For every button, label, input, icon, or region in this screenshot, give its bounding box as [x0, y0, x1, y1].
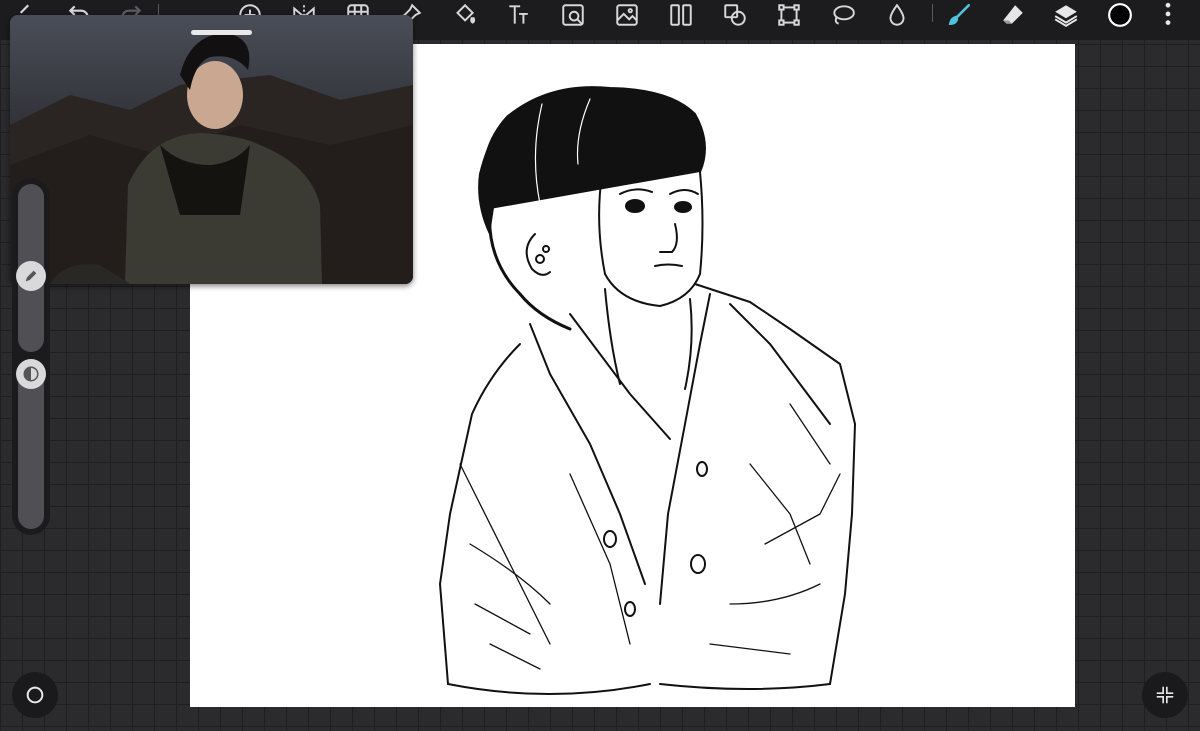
collapse-arrows-icon	[1156, 686, 1174, 704]
image-icon	[616, 4, 638, 26]
brush-opacity-knob[interactable]	[16, 359, 46, 389]
split-view-icon	[670, 4, 692, 26]
fill-button[interactable]	[447, 0, 481, 32]
blur-button[interactable]	[880, 0, 914, 32]
toolbar-divider	[932, 4, 933, 22]
lasso-button[interactable]	[826, 0, 860, 32]
more-button[interactable]	[1151, 0, 1185, 32]
lasso-icon	[833, 5, 855, 25]
contrast-icon	[23, 366, 39, 382]
reference-photo	[10, 15, 413, 284]
brush-sidebar	[12, 178, 50, 535]
eraser-icon	[1003, 5, 1023, 24]
image-search-icon	[562, 4, 584, 26]
brush-icon	[948, 3, 971, 25]
color-circle-icon	[1108, 3, 1132, 27]
layers-icon	[1054, 5, 1078, 27]
more-vertical-icon	[1165, 2, 1171, 25]
shapes-icon	[724, 4, 746, 26]
text-icon	[509, 5, 528, 24]
text-button[interactable]	[501, 0, 535, 32]
color-button[interactable]	[1103, 0, 1137, 32]
layers-button[interactable]	[1049, 0, 1083, 32]
import-image-button[interactable]	[556, 0, 590, 32]
circle-outline-icon	[26, 686, 44, 704]
transform-button[interactable]	[772, 0, 806, 32]
drop-icon	[889, 3, 905, 26]
transform-square-icon	[778, 4, 800, 26]
paint-bucket-icon	[456, 3, 476, 24]
compare-button[interactable]	[664, 0, 698, 32]
brush-button[interactable]	[942, 0, 976, 32]
shapes-button[interactable]	[718, 0, 752, 32]
eraser-button[interactable]	[996, 0, 1030, 32]
reference-drag-handle[interactable]	[191, 30, 252, 35]
gallery-button[interactable]	[610, 0, 644, 32]
reference-window[interactable]	[10, 15, 413, 284]
collapse-ui-button[interactable]	[1142, 672, 1188, 718]
quick-shape-button[interactable]	[12, 672, 58, 718]
pencil-icon	[25, 270, 37, 282]
brush-size-knob[interactable]	[16, 261, 46, 291]
